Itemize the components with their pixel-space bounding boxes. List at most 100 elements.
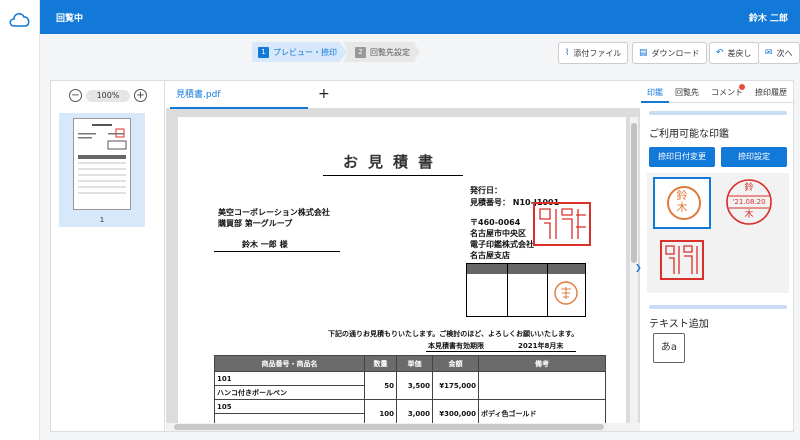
page-number: 1	[99, 216, 105, 224]
customer-department: 購買部 第一グループ	[218, 219, 293, 228]
scroll-thumb[interactable]	[631, 123, 637, 263]
left-rail	[0, 0, 40, 440]
step-recipients[interactable]: 2 回覧先設定	[343, 42, 420, 62]
customer-underline	[214, 251, 340, 252]
title-underline	[323, 175, 463, 176]
stamp-box-header	[467, 264, 585, 274]
file-tab[interactable]: 見積書.pdf	[170, 87, 308, 109]
stamp-divider	[547, 264, 548, 316]
change-stamp-date-button[interactable]: 捺印日付変更	[649, 147, 715, 167]
column-header: 金額	[432, 355, 479, 372]
tab-recipients[interactable]: 回覧先	[669, 81, 705, 103]
stamp-panel: ❯ 印鑑 回覧先 コメント 捺印履歴 ご利用可能な印鑑 捺印日付変更 捺印設定 …	[635, 81, 795, 431]
document-pane: 見積書.pdf + お見積書 発行日： 見積番号： N10-J1001 美空コー…	[166, 81, 640, 431]
workspace: − 100% + 1 見積書.pdf + お見積書 発行日： 見積番号： N10…	[50, 80, 795, 432]
status-title: 回覧中	[56, 14, 84, 24]
zoom-out-icon[interactable]: −	[69, 89, 82, 102]
thumbnail-page-preview	[73, 118, 131, 210]
step-preview[interactable]: 1 プレビュー・捺印	[252, 42, 347, 62]
available-stamps-title: ご利用可能な印鑑	[649, 129, 729, 140]
step-indicator: 1 プレビュー・捺印 2 回覧先設定	[252, 42, 420, 62]
page-thumbnail[interactable]: 1	[59, 113, 145, 227]
column-header: 数量	[364, 355, 397, 372]
validity-date: 2021年8月末	[518, 342, 564, 350]
next-label: 次へ	[776, 48, 793, 58]
vendor-branch: 名古屋支店	[470, 251, 510, 260]
notification-dot	[739, 84, 745, 90]
customer-company: 美空コーポレーション株式会社	[218, 208, 330, 217]
personal-stamp-icon	[554, 281, 578, 305]
undo-icon: ↶	[716, 48, 724, 58]
mail-icon: ✉	[765, 48, 773, 58]
step-label: 回覧先設定	[370, 47, 410, 57]
estimate-table: 商品番号・商品名 数量 単価 金額 備考 101 50 3,500 ¥175,0…	[214, 355, 606, 428]
company-seal-icon	[533, 202, 591, 246]
stamp-item[interactable]	[653, 235, 711, 287]
date-stamp-surname: 鈴	[744, 183, 754, 193]
thumbnail-document-icon	[78, 124, 127, 194]
item-amount: ¥175,000	[432, 371, 479, 400]
table-row: 101 50 3,500 ¥175,000	[214, 371, 606, 400]
chevron-right-icon[interactable]: ❯	[635, 263, 642, 272]
step-number: 2	[355, 46, 366, 58]
panel-tabs: 印鑑 回覧先 コメント 捺印履歴	[641, 81, 795, 103]
step-number: 1	[258, 46, 269, 58]
scroll-thumb[interactable]	[174, 424, 604, 430]
validity-underline	[426, 351, 576, 352]
thumbnail-pane: − 100% + 1	[51, 81, 165, 431]
text-add-title: テキスト追加	[649, 319, 709, 330]
item-qty: 50	[364, 371, 397, 400]
tab-stamps[interactable]: 印鑑	[641, 81, 669, 103]
table-header-row: 商品番号・商品名 数量 単価 金額 備考	[214, 355, 606, 372]
document-viewer[interactable]: お見積書 発行日： 見積番号： N10-J1001 美空コーポレーション株式会社…	[166, 109, 640, 431]
zoom-level: 100%	[86, 89, 130, 102]
cloud-logo-icon[interactable]	[8, 10, 32, 28]
horizontal-scrollbar[interactable]	[166, 423, 640, 431]
company-seal-icon	[660, 240, 704, 280]
table-row: 105 100 3,000 ¥300,000 ボディ色ゴールド	[214, 399, 606, 428]
zoom-in-icon[interactable]: +	[134, 89, 147, 102]
customer-person: 鈴木 一郎 様	[242, 240, 288, 249]
return-button[interactable]: ↶ 差戻し	[709, 42, 759, 64]
item-code: 105	[214, 399, 365, 414]
intro-text: 下記の通りお見積もりいたします。ご検討のほど、よろしくお願いいたします。	[328, 330, 579, 338]
stamp-item-selected[interactable]: 鈴 木	[653, 177, 711, 229]
date-stamp-date: '21.08.20	[732, 198, 766, 206]
item-price: 3,500	[396, 371, 433, 400]
stamp-item[interactable]: 鈴 '21.08.20 木	[721, 177, 779, 229]
return-label: 差戻し	[727, 48, 752, 58]
zoom-control: − 100% +	[69, 89, 147, 102]
download-button[interactable]: ▤ ダウンロード	[632, 42, 707, 64]
file-tab-bar: 見積書.pdf +	[166, 81, 640, 109]
paperclip-icon: ⌇	[565, 48, 570, 58]
top-bar: 回覧中 鈴木 二郎	[40, 0, 800, 34]
item-note	[478, 371, 606, 400]
section-divider	[649, 305, 787, 309]
text-tool-icon[interactable]: あa	[653, 333, 685, 363]
next-button[interactable]: ✉ 次へ	[758, 42, 800, 64]
column-header: 備考	[478, 355, 606, 372]
address: 名古屋市中央区	[470, 229, 526, 238]
issue-date: 発行日：	[470, 186, 502, 195]
document-page[interactable]: お見積書 発行日： 見積番号： N10-J1001 美空コーポレーション株式会社…	[178, 117, 626, 431]
stamp-list: 鈴 木 鈴 '21.08.20 木	[647, 173, 789, 293]
document-title: お見積書	[342, 153, 443, 171]
postal-code: 〒460-0064	[470, 218, 521, 227]
validity-label: 本見積書有効期限	[428, 342, 484, 350]
toolbar: 1 プレビュー・捺印 2 回覧先設定 ⌇ 添付ファイル ▤ ダウンロード ↶ 差戻し ✉ 次…	[40, 34, 800, 72]
download-label: ダウンロード	[651, 48, 700, 58]
item-name: ハンコ付きボールペン	[214, 385, 365, 400]
section-divider	[649, 111, 787, 115]
stamp-divider	[507, 264, 508, 316]
vendor-company: 電子印鑑株式会社	[470, 240, 534, 249]
file-download-icon: ▤	[639, 48, 648, 58]
attach-button[interactable]: ⌇ 添付ファイル	[558, 42, 629, 64]
stamp-settings-button[interactable]: 捺印設定	[721, 147, 787, 167]
attach-label: 添付ファイル	[573, 48, 622, 58]
add-tab-icon[interactable]: +	[318, 86, 330, 102]
user-name[interactable]: 鈴木 二郎	[749, 11, 788, 24]
step-label: プレビュー・捺印	[273, 47, 337, 57]
column-header: 商品番号・商品名	[214, 355, 365, 372]
tab-stamp-history[interactable]: 捺印履歴	[749, 81, 793, 103]
item-code: 101	[214, 371, 365, 386]
